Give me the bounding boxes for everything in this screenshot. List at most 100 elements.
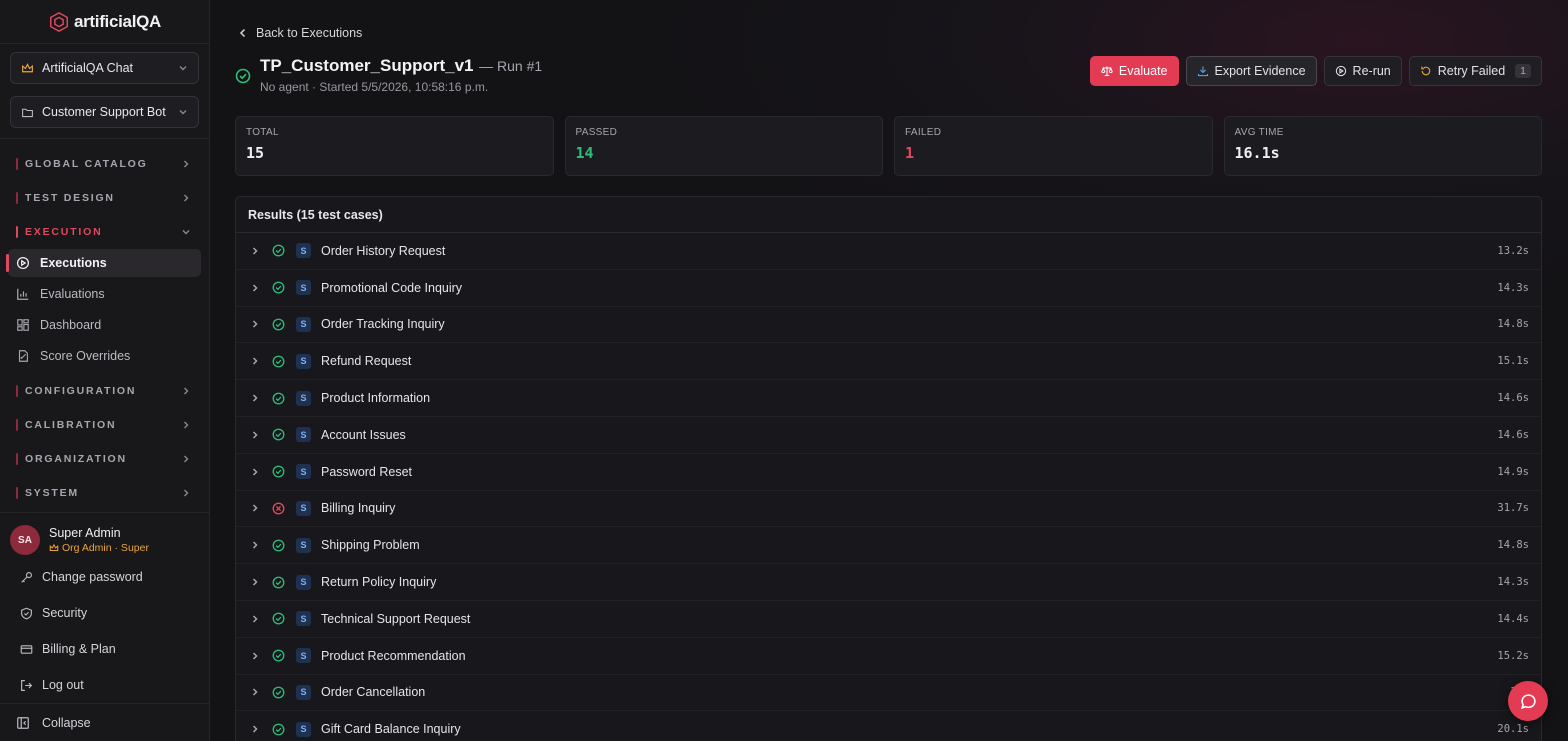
chevron-right-icon[interactable]: [250, 283, 260, 293]
project-selector[interactable]: Customer Support Bot: [10, 96, 199, 128]
retry-failed-button[interactable]: Retry Failed 1: [1408, 56, 1542, 86]
test-type-badge: S: [296, 353, 311, 369]
test-type-badge: S: [296, 721, 311, 737]
link-label: Log out: [42, 678, 84, 692]
test-type-badge: S: [296, 684, 311, 700]
back-to-executions-link[interactable]: Back to Executions: [238, 26, 362, 40]
chevron-right-icon[interactable]: [250, 724, 260, 734]
section-calibration[interactable]: CALIBRATION: [0, 408, 209, 442]
table-row[interactable]: S Shipping Problem 14.8s: [236, 527, 1541, 565]
chevron-right-icon[interactable]: [250, 540, 260, 550]
test-case-duration: 15.1s: [1497, 355, 1529, 368]
table-row[interactable]: S Promotional Code Inquiry 14.3s: [236, 270, 1541, 307]
chevron-right-icon[interactable]: [250, 246, 260, 256]
test-type-badge: S: [296, 648, 311, 664]
test-case-duration: 14.8s: [1497, 539, 1529, 552]
chevron-right-icon[interactable]: [250, 467, 260, 477]
chevron-right-icon[interactable]: [250, 319, 260, 329]
workspace-selector[interactable]: ArtificialQA Chat: [10, 52, 199, 84]
export-evidence-button[interactable]: Export Evidence: [1185, 56, 1317, 86]
test-case-name: Product Information: [321, 391, 431, 406]
table-row[interactable]: S Order Tracking Inquiry 14.8s: [236, 307, 1541, 344]
logout-link[interactable]: Log out: [0, 667, 209, 703]
chevron-right-icon[interactable]: [250, 577, 260, 587]
user-profile[interactable]: SA Super Admin Org Admin · Super: [0, 521, 209, 559]
section-organization[interactable]: ORGANIZATION: [0, 442, 209, 476]
table-row[interactable]: S Technical Support Request 14.4s: [236, 601, 1541, 638]
retry-label: Retry Failed: [1437, 64, 1506, 78]
stat-avg-time: AVG TIME 16.1s: [1223, 116, 1542, 176]
chat-support-button[interactable]: [1508, 681, 1548, 721]
section-configuration[interactable]: CONFIGURATION: [0, 374, 209, 408]
sidebar-item-dashboard[interactable]: Dashboard: [8, 311, 201, 339]
test-type-badge: S: [296, 243, 311, 259]
main-content: Back to Executions TP_Customer_Support_v…: [210, 0, 1568, 741]
test-type-badge: S: [296, 280, 311, 296]
chevron-down-icon: [179, 66, 187, 71]
section-label: SYSTEM: [25, 487, 79, 499]
test-type-badge: S: [296, 464, 311, 480]
crown-icon: [49, 543, 59, 551]
chevron-right-icon[interactable]: [250, 614, 260, 624]
sidebar-collapse-icon: [17, 716, 29, 729]
table-row[interactable]: S Product Information 14.6s: [236, 380, 1541, 417]
chevron-right-icon[interactable]: [250, 687, 260, 697]
bar-chart-icon: [17, 288, 29, 300]
chevron-right-icon[interactable]: [250, 651, 260, 661]
collapse-sidebar-button[interactable]: Collapse: [0, 703, 209, 741]
section-label: GLOBAL CATALOG: [25, 158, 148, 170]
evaluate-button[interactable]: Evaluate: [1089, 56, 1179, 86]
chevron-right-icon[interactable]: [250, 503, 260, 513]
table-row[interactable]: S Order History Request 13.2s: [236, 233, 1541, 270]
play-circle-icon: [16, 256, 30, 270]
check-circle-icon: [272, 281, 285, 294]
billing-link[interactable]: Billing & Plan: [0, 631, 209, 667]
workspace-selector-label: ArtificialQA Chat: [42, 61, 134, 75]
x-circle-icon: [272, 502, 285, 515]
change-password-link[interactable]: Change password: [0, 559, 209, 595]
section-global-catalog[interactable]: GLOBAL CATALOG: [0, 147, 209, 181]
link-label: Change password: [42, 570, 143, 584]
page-header: TP_Customer_Support_v1 — Run #1 No agent…: [235, 56, 542, 94]
test-case-name: Return Policy Inquiry: [321, 575, 437, 590]
folder-icon: [22, 108, 33, 117]
back-label: Back to Executions: [256, 26, 363, 40]
table-row[interactable]: S Refund Request 15.1s: [236, 343, 1541, 381]
test-type-badge: S: [296, 390, 311, 406]
chevron-right-icon[interactable]: [250, 393, 260, 403]
table-row[interactable]: S Return Policy Inquiry 14.3s: [236, 564, 1541, 601]
stat-label: PASSED: [575, 127, 618, 138]
export-label: Export Evidence: [1214, 64, 1306, 78]
chevron-right-icon[interactable]: [250, 430, 260, 440]
test-case-name: Shipping Problem: [321, 538, 420, 553]
chevron-right-icon: [184, 160, 189, 168]
play-circle-icon: [1335, 65, 1346, 77]
grid-icon: [17, 319, 29, 331]
table-row[interactable]: S Account Issues 14.6s: [236, 417, 1541, 454]
project-selector-label: Customer Support Bot: [42, 105, 166, 119]
sidebar-item-executions[interactable]: Executions: [6, 249, 201, 277]
test-type-badge: S: [296, 537, 311, 553]
rerun-button[interactable]: Re-run: [1323, 56, 1402, 86]
table-row[interactable]: S Gift Card Balance Inquiry 20.1s: [236, 711, 1541, 741]
table-row[interactable]: S Password Reset 14.9s: [236, 454, 1541, 491]
table-row[interactable]: S Product Recommendation 15.2s: [236, 638, 1541, 675]
collapse-label: Collapse: [42, 715, 91, 730]
chevron-right-icon[interactable]: [250, 356, 260, 366]
section-system[interactable]: SYSTEM: [0, 476, 209, 510]
page-title: TP_Customer_Support_v1: [260, 56, 474, 75]
sidebar-item-score-overrides[interactable]: Score Overrides: [8, 342, 201, 370]
table-row[interactable]: S Billing Inquiry 31.7s: [236, 491, 1541, 528]
test-type-badge: S: [296, 574, 311, 590]
test-case-name: Order Tracking Inquiry: [321, 317, 445, 332]
section-test-design[interactable]: TEST DESIGN: [0, 181, 209, 215]
brand[interactable]: artificialQA: [0, 0, 209, 44]
test-case-duration: 31.7s: [1497, 502, 1529, 515]
table-row[interactable]: SOrder Cancellation14.: [236, 675, 1541, 712]
security-link[interactable]: Security: [0, 595, 209, 631]
sidebar-item-evaluations[interactable]: Evaluations: [8, 280, 201, 308]
evaluate-label: Evaluate: [1118, 64, 1168, 78]
section-execution[interactable]: EXECUTION: [0, 215, 209, 249]
user-role: Org Admin · Super: [49, 542, 149, 554]
run-label: — Run #1: [479, 58, 543, 74]
